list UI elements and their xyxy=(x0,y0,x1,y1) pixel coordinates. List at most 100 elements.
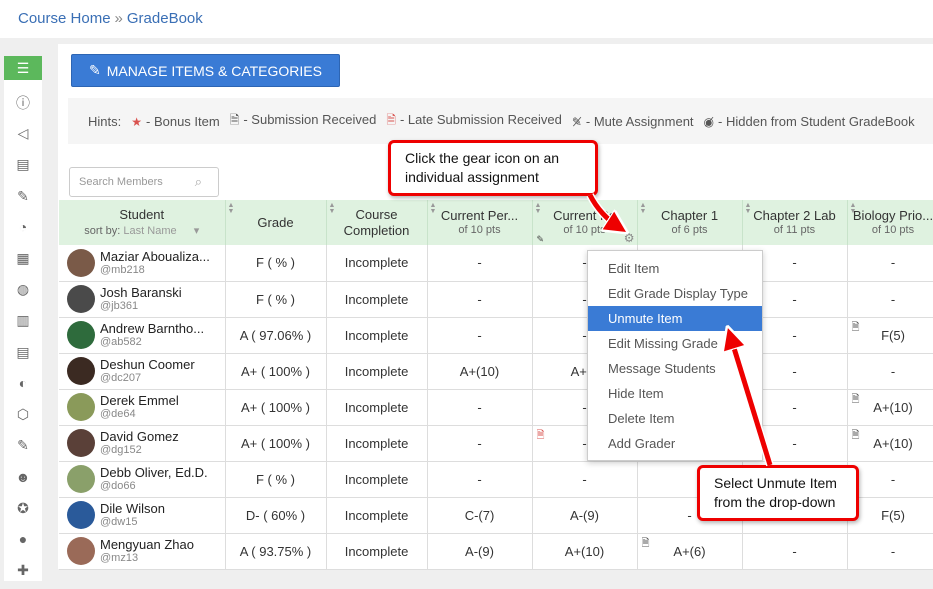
grade-cell-completion[interactable]: Incomplete xyxy=(326,353,428,390)
gradebook-icon[interactable]: ☰ xyxy=(4,56,42,80)
grade-cell-c2[interactable]: - xyxy=(532,461,638,498)
content-icon[interactable]: ▤ xyxy=(4,149,42,180)
student-name[interactable]: Josh Baranski xyxy=(100,285,182,300)
student-cell[interactable]: Maziar Aboualiza... @mb218 xyxy=(59,245,226,282)
menu-item-delete-item[interactable]: Delete Item xyxy=(588,406,762,431)
grade-cell-c5[interactable]: F(5) 🗎 xyxy=(847,317,933,354)
grade-cell-c3[interactable]: A+(6) 🗎 xyxy=(637,533,743,570)
grade-cell-grade[interactable]: A+ ( 100% ) xyxy=(225,425,327,462)
lightbulb-icon[interactable]: ◐ xyxy=(4,368,42,399)
student-cell[interactable]: Andrew Barntho... @ab582 xyxy=(59,317,226,354)
column-header-7[interactable]: ▲ ▼ Biology Prio... of 10 pts xyxy=(847,200,933,245)
notes-icon[interactable]: ▤ xyxy=(4,337,42,368)
grade-cell-grade[interactable]: F ( % ) xyxy=(225,461,327,498)
grade-cell-completion[interactable]: Incomplete xyxy=(326,389,428,426)
grade-cell-grade[interactable]: A+ ( 100% ) xyxy=(225,353,327,390)
manage-items-button[interactable]: ✎ MANAGE ITEMS & CATEGORIES xyxy=(71,54,340,87)
gear-icon[interactable]: ⚙ xyxy=(624,231,635,245)
menu-item-edit-item[interactable]: Edit Item xyxy=(588,256,762,281)
grade-cell-c1[interactable]: - xyxy=(427,425,533,462)
sort-arrows-icon[interactable]: ▲ ▼ xyxy=(430,202,437,215)
grade-cell-completion[interactable]: Incomplete xyxy=(326,425,428,462)
menu-item-unmute-item[interactable]: Unmute Item xyxy=(588,306,762,331)
grade-cell-c5[interactable]: - xyxy=(847,281,933,318)
grade-cell-c5[interactable]: F(5) xyxy=(847,497,933,534)
student-cell[interactable]: Debb Oliver, Ed.D. @do66 xyxy=(59,461,226,498)
student-cell[interactable]: David Gomez @dg152 xyxy=(59,425,226,462)
grade-cell-c5[interactable]: A+(10) 🗎 xyxy=(847,389,933,426)
grade-cell-completion[interactable]: Incomplete xyxy=(326,245,428,282)
announcement-icon[interactable]: ◁ xyxy=(4,118,42,149)
sort-arrows-icon[interactable]: ▲ ▼ xyxy=(850,202,857,215)
sort-arrows-icon[interactable]: ▲ ▼ xyxy=(745,202,752,215)
student-cell[interactable]: Mengyuan Zhao @mz13 xyxy=(59,533,226,570)
column-header-1[interactable]: ▲ ▼ Grade xyxy=(225,200,327,245)
grade-cell-c1[interactable]: - xyxy=(427,317,533,354)
globe-icon[interactable]: ◍ xyxy=(4,274,42,305)
grade-cell-c1[interactable]: A-(9) xyxy=(427,533,533,570)
late-submission-icon[interactable]: 🗎 xyxy=(537,428,545,445)
library-icon[interactable]: ▥ xyxy=(4,305,42,336)
grade-cell-c5[interactable]: - xyxy=(847,245,933,282)
sort-arrows-icon[interactable]: ▲ ▼ xyxy=(329,202,336,215)
grade-cell-c2[interactable]: A-(9) xyxy=(532,497,638,534)
column-header-3[interactable]: ▲ ▼ Current Per... of 10 pts xyxy=(427,200,533,245)
grade-cell-c1[interactable]: - xyxy=(427,389,533,426)
grade-cell-c1[interactable]: C-(7) xyxy=(427,497,533,534)
student-name[interactable]: Maziar Aboualiza... xyxy=(100,249,210,264)
search-members-input[interactable]: Search Members ⌕ xyxy=(69,167,219,197)
menu-item-add-grader[interactable]: Add Grader xyxy=(588,431,762,456)
student-name[interactable]: Mengyuan Zhao xyxy=(100,537,194,552)
student-cell[interactable]: Dile Wilson @dw15 xyxy=(59,497,226,534)
student-cell[interactable]: Deshun Coomer @dc207 xyxy=(59,353,226,390)
grade-cell-c1[interactable]: - xyxy=(427,461,533,498)
search-icon[interactable]: ⌕ xyxy=(195,174,202,190)
reports-icon[interactable]: ◔ xyxy=(4,212,42,243)
menu-item-message-students[interactable]: Message Students xyxy=(588,356,762,381)
user-icon[interactable]: ● xyxy=(4,524,42,555)
grade-cell-completion[interactable]: Incomplete xyxy=(326,533,428,570)
grade-cell-grade[interactable]: F ( % ) xyxy=(225,245,327,282)
grade-cell-c2[interactable]: A+(10) xyxy=(532,533,638,570)
breadcrumb-home-link[interactable]: Course Home xyxy=(18,10,111,27)
calendar-icon[interactable]: ▦ xyxy=(4,243,42,274)
student-name[interactable]: Derek Emmel xyxy=(100,393,179,408)
column-header-4[interactable]: ▲ ▼ Current Pe of 10 pts ⚙ ✎ xyxy=(532,200,638,245)
column-header-2[interactable]: ▲ ▼ Course Completion xyxy=(326,200,428,245)
menu-item-hide-item[interactable]: Hide Item xyxy=(588,381,762,406)
grade-cell-grade[interactable]: D- ( 60% ) xyxy=(225,497,327,534)
student-name[interactable]: Debb Oliver, Ed.D. xyxy=(100,465,208,480)
info-icon[interactable]: ⓘ xyxy=(4,87,42,118)
grade-cell-completion[interactable]: Incomplete xyxy=(326,281,428,318)
sort-arrows-icon[interactable]: ▲ ▼ xyxy=(535,202,542,215)
grade-cell-c5[interactable]: A+(10) 🗎 xyxy=(847,425,933,462)
sort-arrows-icon[interactable]: ▲ ▼ xyxy=(640,202,647,215)
student-name[interactable]: Deshun Coomer xyxy=(100,357,195,372)
menu-item-edit-grade-display-type[interactable]: Edit Grade Display Type xyxy=(588,281,762,306)
grade-cell-grade[interactable]: A ( 93.75% ) xyxy=(225,533,327,570)
grade-cell-c5[interactable]: - xyxy=(847,353,933,390)
grade-cell-completion[interactable]: Incomplete xyxy=(326,461,428,498)
grade-cell-completion[interactable]: Incomplete xyxy=(326,497,428,534)
grade-cell-c5[interactable]: - xyxy=(847,461,933,498)
breadcrumb-current-link[interactable]: GradeBook xyxy=(127,10,203,27)
members-icon[interactable]: ☻ xyxy=(4,461,42,492)
sort-arrows-icon[interactable]: ▲ ▼ xyxy=(228,202,235,215)
add-icon[interactable]: ✚ xyxy=(4,555,42,586)
grade-cell-c1[interactable]: A+(10) xyxy=(427,353,533,390)
submission-icon[interactable]: 🗎 xyxy=(852,392,860,409)
student-cell[interactable]: Derek Emmel @de64 xyxy=(59,389,226,426)
assignment-icon[interactable]: ✎ xyxy=(4,181,42,212)
student-name[interactable]: Andrew Barntho... xyxy=(100,321,204,336)
student-name[interactable]: Dile Wilson xyxy=(100,501,165,516)
student-name[interactable]: David Gomez xyxy=(100,429,179,444)
grade-cell-c1[interactable]: - xyxy=(427,245,533,282)
grade-cell-completion[interactable]: Incomplete xyxy=(326,317,428,354)
student-cell[interactable]: Josh Baranski @jb361 xyxy=(59,281,226,318)
submission-icon[interactable]: 🗎 xyxy=(852,428,860,445)
submission-icon[interactable]: 🗎 xyxy=(852,320,860,337)
column-header-0[interactable]: Student sort by: Last Name ▾ xyxy=(59,200,226,245)
column-header-6[interactable]: ▲ ▼ Chapter 2 Lab of 11 pts xyxy=(742,200,848,245)
badge-icon[interactable]: ✪ xyxy=(4,492,42,523)
grade-cell-grade[interactable]: A ( 97.06% ) xyxy=(225,317,327,354)
